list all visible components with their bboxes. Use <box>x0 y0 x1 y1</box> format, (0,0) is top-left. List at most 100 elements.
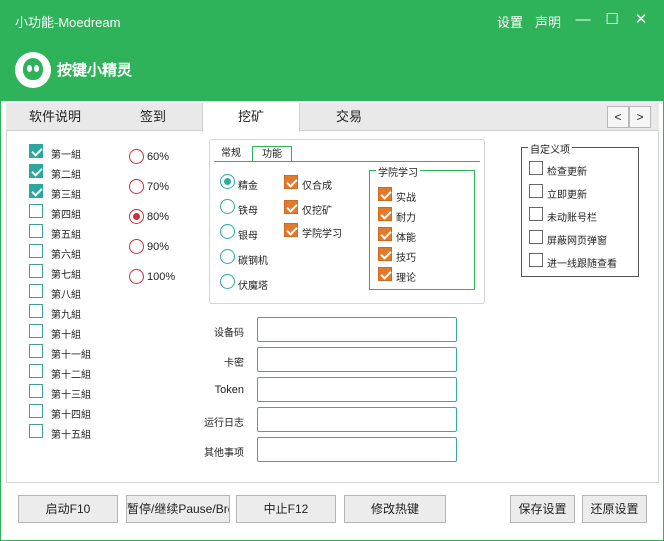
group-checkbox-10[interactable] <box>29 324 43 338</box>
academy-checkbox-naili[interactable] <box>378 207 392 221</box>
group-label: 第七組 <box>51 270 81 281</box>
group-label: 第二組 <box>51 170 81 181</box>
card-key-field[interactable] <box>257 347 457 372</box>
restore-settings-button[interactable]: 还原设置 <box>582 495 647 523</box>
token-field[interactable] <box>257 377 457 402</box>
ore-label: 银母 <box>238 231 258 242</box>
window-title: 小功能-Moedream <box>15 15 121 30</box>
group-checkbox-8[interactable] <box>29 284 43 298</box>
block-popup-checkbox[interactable] <box>529 230 543 244</box>
custom-label: 检查更新 <box>547 167 587 178</box>
edit-hotkey-button[interactable]: 修改热键 <box>344 495 446 523</box>
tab-next-icon[interactable]: > <box>629 106 651 128</box>
statement-link[interactable]: 声明 <box>535 12 561 31</box>
ore-radio-tangangji[interactable] <box>220 249 235 264</box>
function-label: 学院学习 <box>302 229 342 240</box>
ore-label: 伏魔塔 <box>238 281 268 292</box>
subtab-function[interactable]: 功能 <box>252 146 292 162</box>
other-items-field[interactable] <box>257 437 457 462</box>
group-checkbox-7[interactable] <box>29 264 43 278</box>
percent-radio-60[interactable] <box>129 149 144 164</box>
ore-radio-fumota[interactable] <box>220 274 235 289</box>
group-label: 第十二組 <box>51 370 91 381</box>
group-checkbox-4[interactable] <box>29 204 43 218</box>
group-checkbox-13[interactable] <box>29 384 43 398</box>
group-checkbox-9[interactable] <box>29 304 43 318</box>
check-update-checkbox[interactable] <box>529 161 543 175</box>
percent-label: 70% <box>147 181 170 193</box>
function-label: 仅合成 <box>302 181 332 192</box>
subtab-general[interactable]: 常规 <box>214 146 248 162</box>
academy-label: 实战 <box>396 193 416 204</box>
group-label: 第十組 <box>51 330 81 341</box>
card-key-label: 卡密 <box>224 358 244 369</box>
group-checkbox-14[interactable] <box>29 404 43 418</box>
academy-checkbox-tineng[interactable] <box>378 227 392 241</box>
academy-label: 技巧 <box>396 253 416 264</box>
academy-label: 体能 <box>396 233 416 244</box>
ore-radio-tiemu[interactable] <box>220 199 235 214</box>
ore-radio-jingjin[interactable] <box>220 174 235 189</box>
settings-link[interactable]: 设置 <box>497 12 523 31</box>
group-checkbox-11[interactable] <box>29 344 43 358</box>
group-label: 第九組 <box>51 310 81 321</box>
custom-label: 进一线跟随查看 <box>547 259 617 270</box>
synthesize-only-checkbox[interactable] <box>284 175 298 189</box>
run-log-field[interactable] <box>257 407 457 432</box>
group-checkbox-5[interactable] <box>29 224 43 238</box>
tab-bar: 软件说明 签到 挖矿 交易 < > <box>6 103 659 132</box>
app-logo-icon <box>15 52 51 88</box>
ore-label: 碳钢机 <box>238 256 268 267</box>
ore-radio-yinmu[interactable] <box>220 224 235 239</box>
close-icon[interactable]: ✕ <box>630 9 652 31</box>
group-checkbox-3[interactable] <box>29 184 43 198</box>
maximize-icon[interactable]: ☐ <box>601 9 623 31</box>
tab-software-guide[interactable]: 软件说明 <box>6 103 104 131</box>
percent-radio-90[interactable] <box>129 239 144 254</box>
tab-trade[interactable]: 交易 <box>300 103 398 131</box>
group-label: 第十一組 <box>51 350 91 361</box>
academy-label: 耐力 <box>396 213 416 224</box>
tab-prev-icon[interactable]: < <box>607 106 629 128</box>
save-settings-button[interactable]: 保存设置 <box>510 495 575 523</box>
account-bar-checkbox[interactable] <box>529 207 543 221</box>
group-label: 第三組 <box>51 190 81 201</box>
run-log-label: 运行日志 <box>204 418 244 429</box>
group-label: 第六組 <box>51 250 81 261</box>
group-label: 第八組 <box>51 290 81 301</box>
group-checkbox-1[interactable] <box>29 144 43 158</box>
tab-sign-in[interactable]: 签到 <box>104 103 202 131</box>
academy-study-checkbox[interactable] <box>284 223 298 237</box>
group-checkbox-15[interactable] <box>29 424 43 438</box>
group-checkbox-12[interactable] <box>29 364 43 378</box>
token-label: Token <box>214 384 244 396</box>
device-code-field[interactable] <box>257 317 457 342</box>
percent-label: 100% <box>147 271 176 283</box>
academy-checkbox-lilun[interactable] <box>378 267 392 281</box>
mine-only-checkbox[interactable] <box>284 200 298 214</box>
group-checkbox-2[interactable] <box>29 164 43 178</box>
group-label: 第五組 <box>51 230 81 241</box>
pause-button[interactable]: 暂停/继续Pause/Break <box>126 495 230 523</box>
percent-radio-80[interactable] <box>129 209 144 224</box>
follow-view-checkbox[interactable] <box>529 253 543 267</box>
custom-title: 自定义项 <box>528 141 572 156</box>
other-items-label: 其他事项 <box>204 448 244 459</box>
ore-label: 精金 <box>238 181 258 192</box>
custom-label: 立即更新 <box>547 190 587 201</box>
percent-radio-100[interactable] <box>129 269 144 284</box>
academy-checkbox-shizhan[interactable] <box>378 187 392 201</box>
minimize-icon[interactable]: — <box>572 9 594 31</box>
group-checkbox-6[interactable] <box>29 244 43 258</box>
brand-name: 按键小精灵 <box>57 62 133 79</box>
group-label: 第四組 <box>51 210 81 221</box>
update-now-checkbox[interactable] <box>529 184 543 198</box>
percent-radio-70[interactable] <box>129 179 144 194</box>
function-label: 仅挖矿 <box>302 206 332 217</box>
tab-mining[interactable]: 挖矿 <box>202 103 300 132</box>
stop-button[interactable]: 中止F12 <box>236 495 336 523</box>
academy-checkbox-jiqiao[interactable] <box>378 247 392 261</box>
academy-label: 理论 <box>396 273 416 284</box>
start-button[interactable]: 启动F10 <box>18 495 118 523</box>
custom-label: 未动账号栏 <box>547 213 597 224</box>
